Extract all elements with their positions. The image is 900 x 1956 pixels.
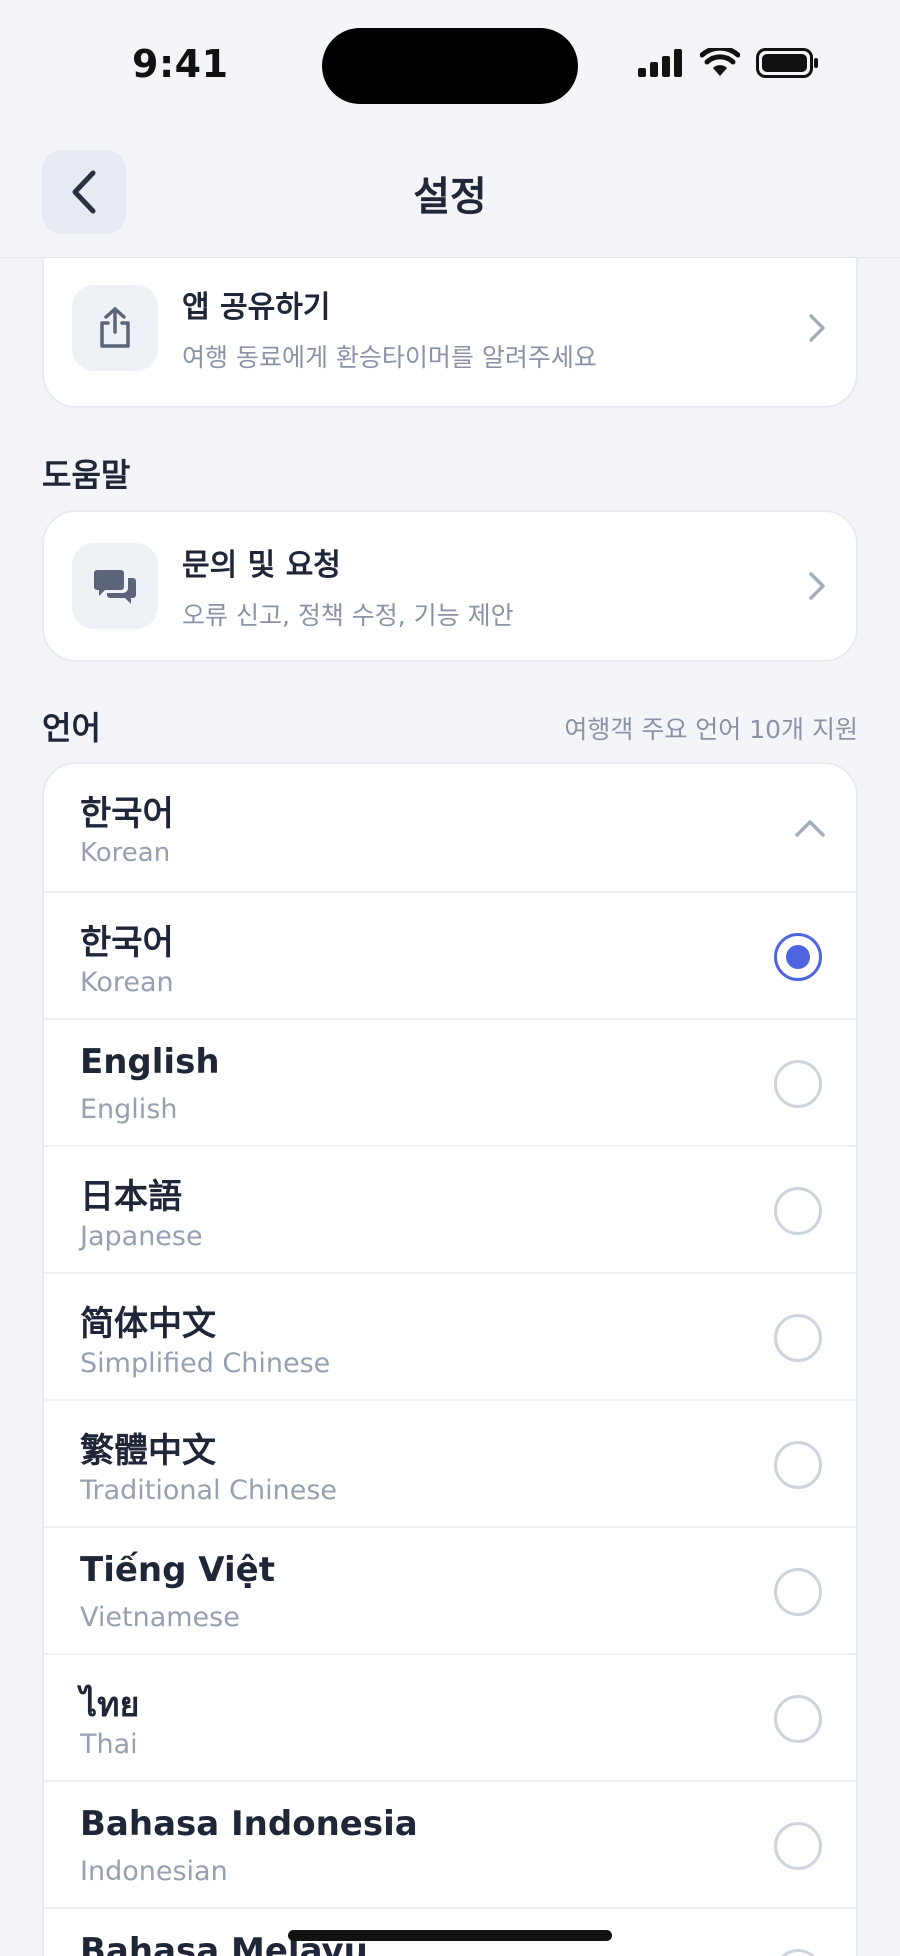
language-option[interactable]: 简体中文 Simplified Chinese [44, 1274, 856, 1401]
radio-unselected[interactable] [774, 1314, 822, 1362]
language-option[interactable]: ไทย Thai [44, 1655, 856, 1782]
language-option-name: Bahasa Indonesia [80, 1804, 418, 1844]
chevron-right-icon [809, 572, 825, 600]
page-title: 설정 [413, 174, 487, 220]
share-icon [100, 307, 130, 348]
wifi-icon [700, 48, 740, 76]
share-text: 앱 공유하기 여행 동료에게 환승타이머를 알려주세요 [182, 282, 808, 374]
language-dropdown-header[interactable]: 한국어 Korean [44, 764, 856, 893]
language-section-label: 언어 [42, 709, 101, 747]
share-icon-box [72, 285, 158, 371]
inquiry-card[interactable]: 문의 및 요청 오류 신고, 정책 수정, 기능 제안 [42, 510, 858, 662]
navigation-bar: 설정 [0, 130, 900, 258]
language-option-sub: Indonesian [80, 1856, 228, 1887]
inquiry-subtitle: 오류 신고, 정책 수정, 기능 제안 [182, 601, 514, 630]
radio-unselected[interactable] [774, 1949, 822, 1956]
language-support-note: 여행객 주요 언어 10개 지원 [564, 715, 858, 744]
chevron-up-icon [795, 820, 825, 837]
status-bar: 9:41 [0, 0, 900, 130]
radio-selected[interactable] [774, 933, 822, 981]
chat-bubbles-icon [94, 570, 136, 604]
radio-unselected[interactable] [774, 1568, 822, 1616]
chevron-right-icon [809, 314, 825, 342]
dynamic-island [322, 28, 578, 104]
share-title: 앱 공유하기 [182, 290, 331, 325]
language-option-name: 日本語 [80, 1177, 182, 1217]
share-app-row[interactable]: 앱 공유하기 여행 동료에게 환승타이머를 알려주세요 [44, 258, 856, 402]
battery-icon [756, 48, 818, 78]
inquiry-title: 문의 및 요청 [182, 548, 341, 583]
status-icons [638, 48, 820, 78]
home-indicator [288, 1930, 612, 1941]
language-option[interactable]: 繁體中文 Traditional Chinese [44, 1401, 856, 1528]
language-option-sub: Japanese [80, 1221, 203, 1252]
share-app-card[interactable]: 앱 공유하기 여행 동료에게 환승타이머를 알려주세요 [42, 258, 858, 408]
signal-icon [638, 49, 682, 77]
language-option-sub: Simplified Chinese [80, 1348, 331, 1379]
language-option[interactable]: Bahasa Indonesia Indonesian [44, 1782, 856, 1909]
language-option[interactable]: 한국어 Korean [44, 893, 856, 1020]
language-option-sub: Thai [80, 1729, 138, 1760]
language-option-name: 繁體中文 [80, 1431, 216, 1471]
language-option-name: Tiếng Việt [80, 1550, 275, 1590]
status-time: 9:41 [132, 42, 229, 86]
language-option-sub: Korean [80, 967, 174, 998]
radio-unselected[interactable] [774, 1695, 822, 1743]
help-section-label: 도움말 [42, 456, 131, 494]
language-option-sub: English [80, 1094, 178, 1125]
radio-unselected[interactable] [774, 1822, 822, 1870]
inquiry-text: 문의 및 요청 오류 신고, 정책 수정, 기능 제안 [182, 540, 808, 632]
current-language-name: 한국어 [80, 794, 174, 834]
language-option-sub: Traditional Chinese [80, 1475, 338, 1506]
language-option[interactable]: English English [44, 1020, 856, 1147]
language-option[interactable]: Tiếng Việt Vietnamese [44, 1528, 856, 1655]
share-subtitle: 여행 동료에게 환승타이머를 알려주세요 [182, 343, 597, 372]
radio-unselected[interactable] [774, 1187, 822, 1235]
language-option-name: 한국어 [80, 923, 174, 963]
language-option[interactable]: 日本語 Japanese [44, 1147, 856, 1274]
language-option-name: English [80, 1042, 220, 1082]
language-card: 한국어 Korean 한국어 Korean English English 日本語 Jap… [42, 762, 858, 1956]
language-option-name: ไทย [80, 1685, 140, 1725]
inquiry-row[interactable]: 문의 및 요청 오류 신고, 정책 수정, 기능 제안 [44, 512, 856, 660]
language-option-name: 简体中文 [80, 1304, 216, 1344]
language-option-sub: Vietnamese [80, 1602, 240, 1633]
radio-unselected[interactable] [774, 1060, 822, 1108]
current-language-sub: Korean [80, 838, 171, 868]
chat-icon-box [72, 543, 158, 629]
language-options-list: 한국어 Korean English English 日本語 Japanese 简体中文 Si… [44, 893, 856, 1956]
radio-unselected[interactable] [774, 1441, 822, 1489]
